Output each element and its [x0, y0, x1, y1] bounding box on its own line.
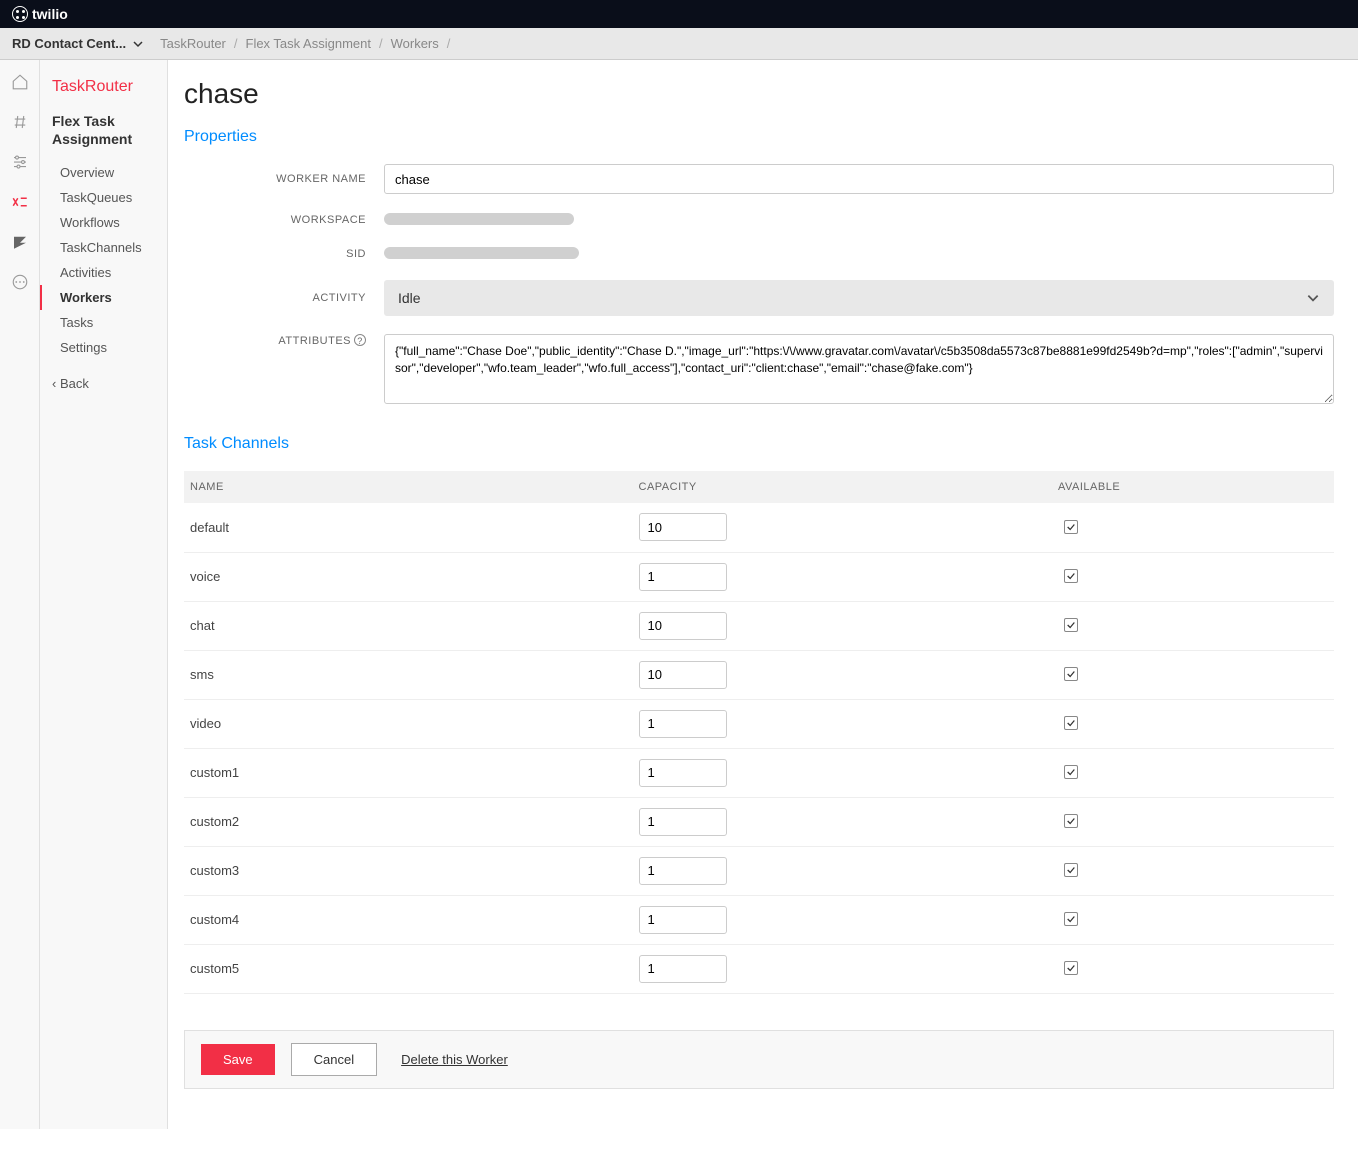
main-content: chase Properties WORKER NAME WORKSPACE S…	[168, 60, 1358, 1129]
sidebar-item-taskchannels[interactable]: TaskChannels	[52, 235, 167, 260]
table-row: custom1	[184, 748, 1334, 797]
available-checkbox[interactable]	[1064, 814, 1078, 828]
capacity-input[interactable]	[639, 612, 727, 640]
task-channels-table: NAME CAPACITY AVAILABLE defaultvoicechat…	[184, 471, 1334, 994]
sid-label: SID	[184, 248, 384, 260]
available-checkbox[interactable]	[1064, 961, 1078, 975]
twilio-logo[interactable]: twilio	[12, 6, 68, 22]
flex-icon[interactable]	[10, 232, 30, 252]
delete-worker-link[interactable]: Delete this Worker	[401, 1052, 508, 1067]
channel-name: video	[184, 699, 633, 748]
channel-name: custom2	[184, 797, 633, 846]
channel-name: custom1	[184, 748, 633, 797]
breadcrumb-separator: /	[447, 36, 451, 51]
breadcrumb[interactable]: TaskRouter	[160, 36, 226, 51]
more-icon[interactable]	[10, 272, 30, 292]
chevron-down-icon	[1306, 291, 1320, 305]
table-row: chat	[184, 601, 1334, 650]
available-checkbox[interactable]	[1064, 520, 1078, 534]
table-row: custom5	[184, 944, 1334, 993]
table-row: video	[184, 699, 1334, 748]
capacity-input[interactable]	[639, 906, 727, 934]
available-checkbox[interactable]	[1064, 618, 1078, 632]
table-row: default	[184, 503, 1334, 552]
attributes-textarea[interactable]	[384, 334, 1334, 404]
project-switcher[interactable]: RD Contact Cent...	[12, 36, 126, 51]
breadcrumb-separator: /	[234, 36, 238, 51]
sid-value-redacted	[384, 247, 579, 259]
activity-select-value: Idle	[398, 290, 421, 306]
table-row: sms	[184, 650, 1334, 699]
topbar: twilio	[0, 0, 1358, 28]
col-available: AVAILABLE	[1058, 471, 1334, 503]
capacity-input[interactable]	[639, 710, 727, 738]
hash-icon[interactable]	[10, 112, 30, 132]
channel-name: custom4	[184, 895, 633, 944]
activity-label: ACTIVITY	[184, 292, 384, 304]
sidebar-item-overview[interactable]: Overview	[52, 160, 167, 185]
capacity-input[interactable]	[639, 661, 727, 689]
page-title: chase	[184, 78, 1334, 110]
col-capacity: CAPACITY	[633, 471, 1059, 503]
channel-name: custom5	[184, 944, 633, 993]
channel-name: voice	[184, 552, 633, 601]
channel-name: chat	[184, 601, 633, 650]
sidebar-item-taskqueues[interactable]: TaskQueues	[52, 185, 167, 210]
brand-text: twilio	[32, 6, 68, 22]
available-checkbox[interactable]	[1064, 765, 1078, 779]
sidebar-section-title: TaskRouter	[52, 78, 167, 96]
capacity-input[interactable]	[639, 808, 727, 836]
breadcrumb[interactable]: Flex Task Assignment	[246, 36, 371, 51]
sidebar-item-tasks[interactable]: Tasks	[52, 310, 167, 335]
col-name: NAME	[184, 471, 633, 503]
worker-name-label: WORKER NAME	[184, 173, 384, 185]
sidebar-workspace-name: Flex Task Assignment	[52, 112, 167, 148]
sidebar: TaskRouter Flex Task Assignment Overview…	[40, 60, 168, 1129]
channel-name: custom3	[184, 846, 633, 895]
table-row: voice	[184, 552, 1334, 601]
available-checkbox[interactable]	[1064, 912, 1078, 926]
sliders-icon[interactable]	[10, 152, 30, 172]
sidebar-item-workflows[interactable]: Workflows	[52, 210, 167, 235]
available-checkbox[interactable]	[1064, 667, 1078, 681]
sidebar-item-workers[interactable]: Workers	[40, 285, 167, 310]
icon-rail	[0, 60, 40, 1129]
cancel-button[interactable]: Cancel	[291, 1043, 377, 1076]
capacity-input[interactable]	[639, 759, 727, 787]
available-checkbox[interactable]	[1064, 716, 1078, 730]
properties-header: Properties	[184, 128, 1334, 146]
capacity-input[interactable]	[639, 513, 727, 541]
activity-select[interactable]: Idle	[384, 280, 1334, 316]
twilio-logo-icon	[12, 6, 28, 22]
task-channels-header: Task Channels	[184, 435, 1334, 453]
workspace-label: WORKSPACE	[184, 214, 384, 226]
help-icon[interactable]: ?	[354, 334, 366, 346]
worker-name-input[interactable]	[384, 164, 1334, 194]
taskrouter-icon[interactable]	[10, 192, 30, 212]
capacity-input[interactable]	[639, 563, 727, 591]
workspace-value-redacted	[384, 213, 574, 225]
breadcrumb[interactable]: Workers	[391, 36, 439, 51]
capacity-input[interactable]	[639, 857, 727, 885]
breadcrumb-separator: /	[379, 36, 383, 51]
sidebar-item-settings[interactable]: Settings	[52, 335, 167, 360]
home-icon[interactable]	[10, 72, 30, 92]
channel-name: default	[184, 503, 633, 552]
save-button[interactable]: Save	[201, 1044, 275, 1075]
back-link[interactable]: ‹ Back	[52, 376, 167, 391]
table-row: custom3	[184, 846, 1334, 895]
table-row: custom2	[184, 797, 1334, 846]
breadcrumb-bar: RD Contact Cent... TaskRouter / Flex Tas…	[0, 28, 1358, 60]
sidebar-item-activities[interactable]: Activities	[52, 260, 167, 285]
available-checkbox[interactable]	[1064, 863, 1078, 877]
attributes-label: ATTRIBUTES?	[184, 334, 384, 347]
available-checkbox[interactable]	[1064, 569, 1078, 583]
capacity-input[interactable]	[639, 955, 727, 983]
footer-action-bar: Save Cancel Delete this Worker	[184, 1030, 1334, 1089]
table-row: custom4	[184, 895, 1334, 944]
channel-name: sms	[184, 650, 633, 699]
chevron-down-icon[interactable]	[132, 38, 144, 50]
